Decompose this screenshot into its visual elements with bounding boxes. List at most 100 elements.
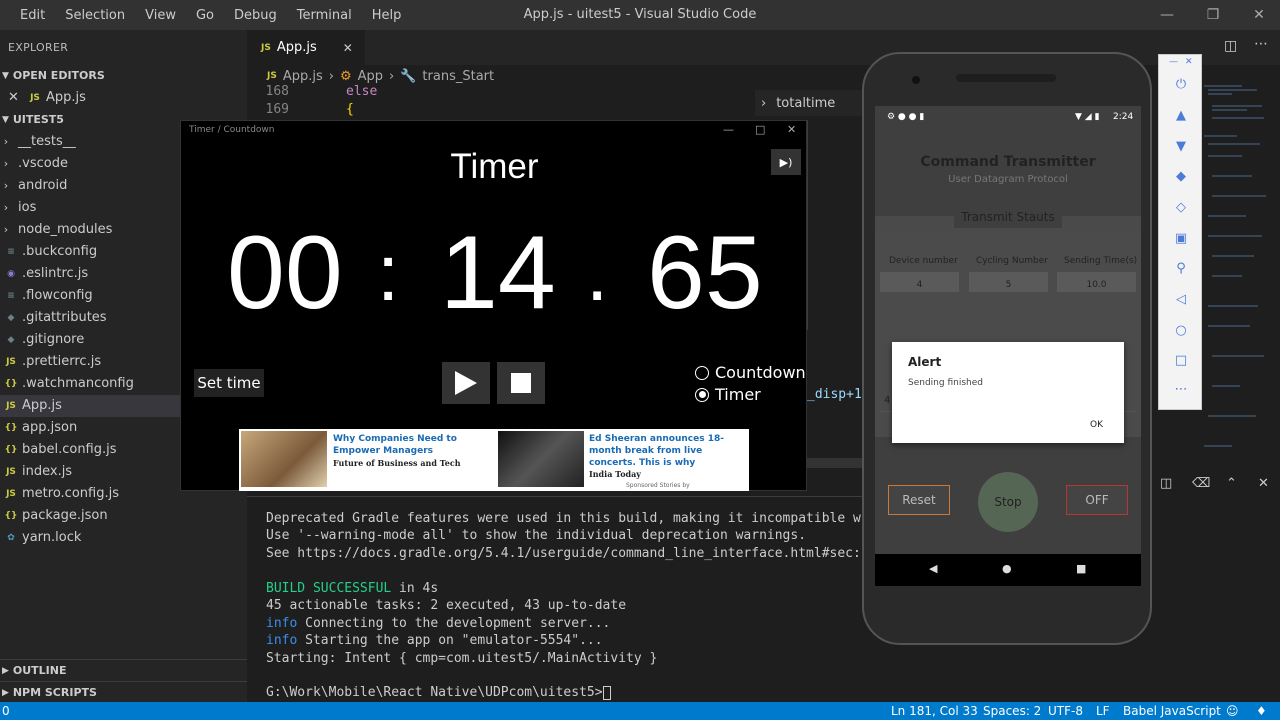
feedback-icon[interactable]: ☺: [1226, 702, 1239, 720]
ad1-image[interactable]: [241, 431, 327, 487]
chevron-up-icon[interactable]: ⌃: [1226, 476, 1237, 491]
json-file-icon: {}: [4, 511, 18, 521]
close-icon[interactable]: ✕: [8, 87, 20, 109]
explorer-header: EXPLORER: [8, 41, 69, 54]
maximize-icon[interactable]: ❐: [1190, 0, 1236, 30]
tab-app-js[interactable]: JS App.js ✕: [247, 30, 365, 65]
close-icon[interactable]: ✕: [787, 123, 796, 136]
json-file-icon: {}: [4, 423, 18, 433]
reset-button[interactable]: Reset: [888, 485, 950, 515]
bell-icon[interactable]: ♦: [1256, 702, 1267, 720]
speaker-grille: [956, 74, 1056, 82]
home-icon[interactable]: ○: [1159, 323, 1203, 338]
minutes-display: 00: [227, 215, 343, 331]
terminal-line-info: info Connecting to the development serve…: [266, 616, 611, 631]
terminal-prompt[interactable]: G:\Work\Mobile\React Native\UDPcom\uites…: [266, 685, 611, 700]
settings-icon: ⚙ ● ● ▮: [887, 112, 925, 122]
breadcrumb-method[interactable]: trans_Start: [422, 69, 494, 84]
cursor-position[interactable]: Ln 181, Col 33: [891, 702, 978, 720]
minimize-icon[interactable]: —: [1169, 57, 1178, 67]
chevron-right-icon: ▶: [2, 665, 9, 676]
back-icon[interactable]: ◁: [1159, 292, 1203, 307]
alert-ok-button[interactable]: OK: [1090, 420, 1103, 430]
outline-section[interactable]: ▶ OUTLINE: [0, 659, 247, 681]
editor-peek-area: [807, 120, 862, 330]
sending-time-value[interactable]: 10.0: [1057, 272, 1136, 292]
back-icon[interactable]: ◀: [929, 562, 937, 575]
menu-edit[interactable]: Edit: [0, 8, 55, 23]
yarn-file-icon: ✿: [7, 533, 15, 543]
encoding[interactable]: UTF-8: [1048, 702, 1083, 720]
code-fragment: _disp+1: [807, 387, 862, 402]
language-mode[interactable]: Babel JavaScript: [1123, 702, 1221, 720]
menu-selection[interactable]: Selection: [55, 8, 135, 23]
close-icon[interactable]: ✕: [1185, 57, 1193, 67]
chevron-right-icon: ›: [389, 68, 395, 84]
trash-icon[interactable]: ⌫: [1192, 476, 1210, 491]
open-editor-item[interactable]: ✕ JS App.js: [0, 87, 247, 109]
split-editor-icon[interactable]: ◫: [1224, 38, 1237, 54]
open-editors-section[interactable]: ▼ OPEN EDITORS: [0, 65, 247, 87]
alert-dialog: Alert Sending finished OK: [892, 342, 1124, 443]
ad1-title[interactable]: Why Companies Need to Empower Managers: [333, 433, 483, 457]
stop-button[interactable]: [497, 362, 545, 404]
camera-icon[interactable]: ▣: [1159, 231, 1203, 246]
terminal-line: Use '--warning-mode all' to show the ind…: [266, 528, 807, 543]
js-file-icon: JS: [6, 357, 16, 367]
overview-icon[interactable]: □: [1159, 353, 1203, 368]
volume-down-icon[interactable]: ▼: [1159, 139, 1203, 154]
menu-go[interactable]: Go: [186, 8, 224, 23]
cursor: [602, 685, 611, 700]
rotate-right-icon[interactable]: ◇: [1159, 200, 1203, 215]
split-terminal-icon[interactable]: ◫: [1160, 476, 1172, 491]
radio-timer[interactable]: Timer: [695, 385, 761, 404]
timer-window-title: Timer / Countdown: [189, 125, 275, 135]
radio-countdown[interactable]: Countdown: [695, 363, 806, 382]
zoom-icon[interactable]: ⚲: [1159, 261, 1203, 276]
close-icon[interactable]: ✕: [1236, 0, 1280, 30]
home-icon[interactable]: ●: [1002, 562, 1012, 575]
menu-help[interactable]: Help: [362, 8, 412, 23]
file-item[interactable]: {} package.json: [0, 505, 247, 527]
stop-button[interactable]: Stop: [978, 472, 1038, 532]
ad-banner[interactable]: Why Companies Need to Empower Managers F…: [239, 429, 749, 491]
volume-up-icon[interactable]: ▲: [1159, 108, 1203, 123]
json-file-icon: {}: [4, 445, 18, 455]
play-button[interactable]: [442, 362, 490, 404]
method-icon: 🔧: [400, 68, 417, 84]
ad2-title[interactable]: Ed Sheeran announces 18-month break from…: [589, 433, 747, 469]
line-ending[interactable]: LF: [1096, 702, 1110, 720]
ad2-image[interactable]: [498, 431, 584, 487]
find-widget[interactable]: › totaltime: [755, 90, 865, 116]
code-line[interactable]: 169{: [247, 100, 354, 119]
device-number-value[interactable]: 4: [880, 272, 959, 292]
minimize-icon[interactable]: —: [723, 123, 734, 136]
cycling-number-value[interactable]: 5: [969, 272, 1048, 292]
close-icon[interactable]: ✕: [343, 41, 353, 55]
close-icon[interactable]: ✕: [1258, 476, 1269, 491]
android-nav-bar: ◀ ● ■: [875, 554, 1141, 586]
scrollbar[interactable]: [807, 458, 862, 468]
problems-count[interactable]: 0: [2, 702, 10, 720]
more-actions-icon[interactable]: ⋯: [1254, 36, 1268, 52]
terminal-panel[interactable]: Deprecated Gradle features were used in …: [247, 496, 876, 702]
recents-icon[interactable]: ■: [1076, 562, 1086, 575]
code-line[interactable]: 168 else: [247, 82, 378, 101]
set-time-button[interactable]: Set time: [194, 369, 264, 397]
indentation[interactable]: Spaces: 2: [983, 702, 1041, 720]
more-icon[interactable]: ⋯: [1159, 382, 1203, 397]
menu-view[interactable]: View: [135, 8, 186, 23]
git-file-icon: ◆: [7, 335, 15, 345]
col-device-number: Device number: [889, 256, 958, 266]
phone-screen[interactable]: ⚙ ● ● ▮ ▼ ◢ ▮ 2:24 Command Transmitter U…: [875, 106, 1141, 586]
file-item[interactable]: ✿ yarn.lock: [0, 527, 247, 549]
menu-debug[interactable]: Debug: [224, 8, 287, 23]
minimap[interactable]: [1202, 66, 1280, 466]
rotate-left-icon[interactable]: ◆: [1159, 169, 1203, 184]
menu-terminal[interactable]: Terminal: [287, 8, 362, 23]
maximize-icon[interactable]: □: [755, 123, 765, 136]
npm-scripts-section[interactable]: ▶ NPM SCRIPTS: [0, 681, 247, 703]
off-button[interactable]: OFF: [1066, 485, 1128, 515]
power-icon[interactable]: ⏻: [1159, 77, 1203, 92]
minimize-icon[interactable]: —: [1144, 0, 1190, 30]
